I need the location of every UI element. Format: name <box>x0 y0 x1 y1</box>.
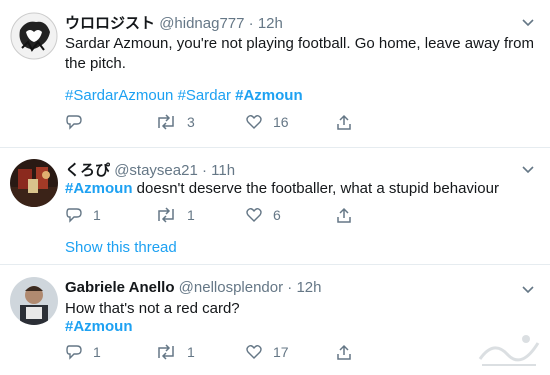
retweet-count: 1 <box>187 344 195 360</box>
like-button[interactable]: 6 <box>245 206 281 224</box>
tweet-text: Sardar Azmoun, you're not playing footba… <box>65 35 534 72</box>
retweet-button[interactable]: 1 <box>155 343 195 361</box>
watermark-logo <box>478 335 540 366</box>
share-button[interactable] <box>335 206 353 224</box>
heart-icon <box>246 208 262 222</box>
avatar[interactable] <box>10 159 58 207</box>
tweet-actions: 1 1 6 <box>65 206 365 226</box>
tweet-3[interactable]: Gabriele Anello @nellosplendor · 12h How… <box>0 265 550 375</box>
tweet-header: ウロロジスト @hidnag777 · 12h <box>65 12 283 33</box>
retweet-icon <box>158 344 174 360</box>
retweet-button[interactable]: 3 <box>155 113 195 131</box>
like-button[interactable]: 17 <box>245 343 289 361</box>
avatar[interactable] <box>10 12 58 60</box>
tweet-1[interactable]: ウロロジスト @hidnag777 · 12h Sardar Azmoun, y… <box>0 0 550 147</box>
timestamp[interactable]: 12h <box>258 15 283 32</box>
chevron-down-icon[interactable] <box>520 14 536 30</box>
display-name[interactable]: ウロロジスト <box>65 15 155 32</box>
hashtag-link[interactable]: #Sardar <box>178 87 231 104</box>
avatar[interactable] <box>10 277 58 325</box>
heart-icon <box>246 345 262 359</box>
hashtag-line: #SardarAzmoun #Sardar #Azmoun <box>65 87 303 104</box>
share-button[interactable] <box>335 343 353 361</box>
reply-count: 1 <box>93 207 101 223</box>
retweet-icon <box>158 207 174 223</box>
user-handle[interactable]: @nellosplendor <box>179 279 283 296</box>
share-icon <box>337 344 351 360</box>
like-count: 6 <box>273 207 281 223</box>
tweet-text-rest: doesn't deserve the footballer, what a s… <box>132 180 499 197</box>
retweet-count: 1 <box>187 207 195 223</box>
tweet-actions: 3 16 <box>65 113 365 133</box>
hashtag-link[interactable]: #Azmoun <box>65 180 133 197</box>
timestamp[interactable]: 11h <box>211 162 235 179</box>
hashtag-link[interactable]: #SardarAzmoun <box>65 87 173 104</box>
share-icon <box>337 207 351 223</box>
like-count: 16 <box>273 114 289 130</box>
tweet-header: くろぴ @staysea21 · 11h <box>65 159 235 180</box>
separator-dot: · <box>201 162 207 179</box>
reply-icon <box>66 345 82 360</box>
share-button[interactable] <box>335 113 353 131</box>
tweet-text: #Azmoun doesn't deserve the footballer, … <box>65 179 535 199</box>
retweet-button[interactable]: 1 <box>155 206 195 224</box>
retweet-icon <box>158 114 174 130</box>
tweet-header: Gabriele Anello @nellosplendor · 12h <box>65 279 322 296</box>
display-name[interactable]: Gabriele Anello <box>65 279 174 296</box>
reply-button[interactable]: 1 <box>65 206 101 224</box>
user-handle[interactable]: @staysea21 <box>114 162 198 179</box>
reply-icon <box>66 208 82 223</box>
heart-icon <box>246 115 262 129</box>
timestamp[interactable]: 12h <box>296 279 321 296</box>
share-icon <box>337 114 351 130</box>
retweet-count: 3 <box>187 114 195 130</box>
tweet-text: How that's not a red card? <box>65 300 240 317</box>
tweet-actions: 1 1 17 <box>65 343 365 363</box>
chevron-down-icon[interactable] <box>520 281 536 297</box>
hashtag-line: #Azmoun <box>65 318 133 335</box>
hashtag-link[interactable]: #Azmoun <box>235 87 303 104</box>
reply-button[interactable]: 1 <box>65 343 101 361</box>
tweet-2[interactable]: くろぴ @staysea21 · 11h #Azmoun doesn't des… <box>0 148 550 263</box>
separator-dot: · <box>248 15 254 32</box>
user-handle[interactable]: @hidnag777 <box>159 15 244 32</box>
like-button[interactable]: 16 <box>245 113 289 131</box>
show-thread-link[interactable]: Show this thread <box>65 239 177 256</box>
reply-button[interactable] <box>65 113 93 131</box>
like-count: 17 <box>273 344 289 360</box>
reply-icon <box>66 115 82 130</box>
chevron-down-icon[interactable] <box>520 161 536 177</box>
separator-dot: · <box>287 279 293 296</box>
reply-count: 1 <box>93 344 101 360</box>
hashtag-link[interactable]: #Azmoun <box>65 318 133 335</box>
display-name[interactable]: くろぴ <box>65 162 110 179</box>
